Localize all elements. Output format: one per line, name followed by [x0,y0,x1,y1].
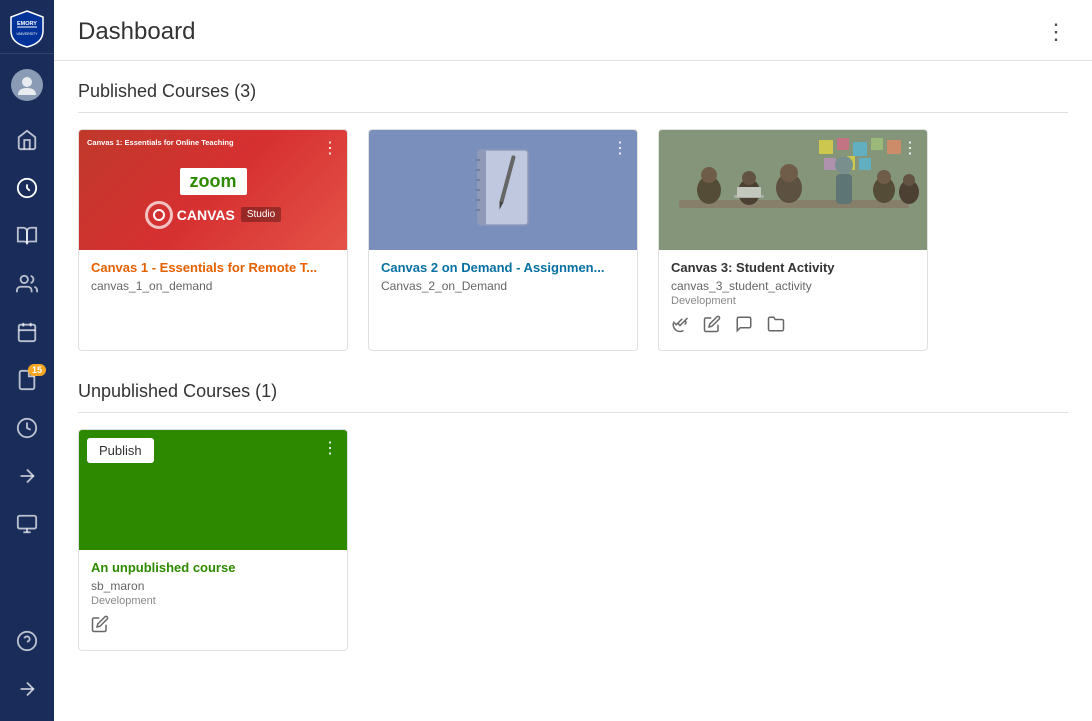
canvas3-actions [671,315,915,338]
canvas1-background: Canvas 1: Essentials for Online Teaching… [79,130,347,250]
unpublished1-edit-button[interactable] [91,615,109,638]
sidebar-item-help[interactable] [0,617,54,665]
canvas1-title: Canvas 1 - Essentials for Remote T... [91,260,335,275]
sidebar-item-people[interactable] [0,260,54,308]
inbox-badge: 15 [28,364,46,376]
user-avatar-area[interactable] [0,58,54,112]
canvas1-title-overlay: Canvas 1: Essentials for Online Teaching [87,138,234,148]
canvas2-menu-button[interactable]: ⋮ [612,138,629,158]
published-courses-section: Published Courses (3) Canvas 1: Essentia… [78,81,1068,351]
main-content: Dashboard ⋮ Published Courses (3) Canvas… [54,0,1092,721]
studio-text: Studio [241,207,281,222]
page-title: Dashboard [78,18,195,46]
course-card-canvas2: ⋮ Canvas 2 on Demand - Assignmen... Canv… [368,129,638,351]
canvas3-menu-button[interactable]: ⋮ [902,138,919,158]
unpublished1-card-image: Publish ⋮ [79,430,347,550]
canvas3-title: Canvas 3: Student Activity [671,260,915,275]
course-card-canvas1: Canvas 1: Essentials for Online Teaching… [78,129,348,351]
canvas3-quiz-button[interactable] [703,315,721,338]
canvas3-files-button[interactable] [767,315,785,338]
sidebar-nav: 15 [0,112,54,617]
sidebar-item-courses[interactable] [0,212,54,260]
sidebar-bottom [0,617,54,721]
canvas2-card-image: ⋮ [369,130,637,250]
logo-image: EMORY UNIVERSITY [9,9,45,45]
header: Dashboard ⋮ [54,0,1092,61]
avatar [11,69,43,101]
svg-text:UNIVERSITY: UNIVERSITY [16,32,38,36]
canvas1-menu-button[interactable]: ⋮ [322,138,339,158]
canvas2-card-body: Canvas 2 on Demand - Assignmen... Canvas… [369,250,637,307]
unpublished1-menu-button[interactable]: ⋮ [322,438,339,458]
publish-button[interactable]: Publish [87,438,154,463]
sidebar-item-calendar[interactable] [0,308,54,356]
sidebar-item-inbox[interactable]: 15 [0,356,54,404]
canvas3-discussion-button[interactable] [735,315,753,338]
canvas3-tag: Development [671,295,915,307]
published-courses-grid: Canvas 1: Essentials for Online Teaching… [78,129,1068,351]
sidebar-item-collapse[interactable] [0,665,54,713]
canvas3-scene [659,130,927,250]
sidebar-item-history[interactable] [0,404,54,452]
sidebar-item-home[interactable] [0,116,54,164]
published-section-title: Published Courses (3) [78,81,1068,113]
sidebar-item-dashboard[interactable] [0,164,54,212]
canvas-text: CANVAS [177,207,235,223]
content-area: Published Courses (3) Canvas 1: Essentia… [54,61,1092,671]
canvas2-subtitle: Canvas_2_on_Demand [381,279,625,293]
unpublished-courses-grid: Publish ⋮ An unpublished course sb_maron… [78,429,1068,651]
canvas1-card-body: Canvas 1 - Essentials for Remote T... ca… [79,250,347,307]
sidebar-item-studio[interactable] [0,500,54,548]
canvas3-background [659,130,927,250]
unpublished-courses-section: Unpublished Courses (1) Publish ⋮ An unp… [78,381,1068,651]
canvas3-card-body: Canvas 3: Student Activity canvas_3_stud… [659,250,927,350]
sidebar: EMORY UNIVERSITY [0,0,54,721]
unpublished-section-title: Unpublished Courses (1) [78,381,1068,413]
header-menu-button[interactable]: ⋮ [1045,19,1068,45]
canvas1-card-image: Canvas 1: Essentials for Online Teaching… [79,130,347,250]
unpublished1-subtitle: sb_maron [91,579,335,593]
course-card-canvas3: ⋮ Canvas 3: Student Activity canvas_3_st… [658,129,928,351]
sidebar-logo: EMORY UNIVERSITY [0,0,54,54]
canvas3-subtitle: canvas_3_student_activity [671,279,915,293]
unpublished1-title: An unpublished course [91,560,335,575]
zoom-logo: zoom [180,168,247,195]
course-card-unpublished1: Publish ⋮ An unpublished course sb_maron… [78,429,348,651]
canvas2-title: Canvas 2 on Demand - Assignmen... [381,260,625,275]
canvas3-card-image: ⋮ [659,130,927,250]
unpublished1-card-body: An unpublished course sb_maron Developme… [79,550,347,650]
unpublished1-tag: Development [91,595,335,607]
svg-text:EMORY: EMORY [17,21,37,27]
canvas-circle-icon [145,201,173,229]
canvas2-background [369,130,637,250]
canvas1-subtitle: canvas_1_on_demand [91,279,335,293]
canvas3-announce-button[interactable] [671,315,689,338]
notebook-icon [468,145,538,235]
unpublished1-actions [91,615,335,638]
sidebar-item-commons[interactable] [0,452,54,500]
